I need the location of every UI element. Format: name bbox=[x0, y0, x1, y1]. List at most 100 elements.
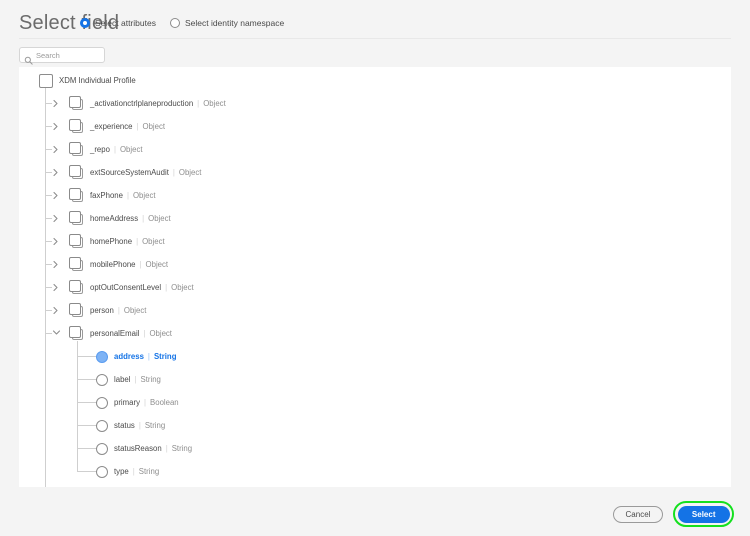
tree-node-type: String bbox=[138, 467, 160, 476]
label-type-separator: | bbox=[132, 467, 135, 476]
leaf-radio[interactable] bbox=[96, 396, 108, 409]
tree-node-optoutconsentlevel[interactable]: optOutConsentLevel | Object bbox=[52, 276, 194, 299]
dialog-header: Select field Select attributes Select id… bbox=[0, 0, 750, 38]
label-type-separator: | bbox=[139, 260, 142, 269]
field-mode-radio-group[interactable]: Select attributes Select identity namesp… bbox=[80, 18, 284, 28]
tree-node-type: String bbox=[171, 444, 193, 453]
tree-node-label: optOutConsentLevel bbox=[90, 283, 162, 292]
tree-node-xdm-individual-profile[interactable]: XDM Individual Profile bbox=[39, 69, 136, 92]
tree-node-label[interactable]: label | String bbox=[96, 368, 161, 391]
tree-node-homephone[interactable]: homePhone | Object bbox=[52, 230, 165, 253]
object-node-icon[interactable] bbox=[69, 142, 84, 157]
label-type-separator: | bbox=[113, 145, 116, 154]
tree-node-faxphone[interactable]: faxPhone | Object bbox=[52, 184, 156, 207]
radio-select-identity-namespace[interactable]: Select identity namespace bbox=[169, 18, 285, 28]
search-icon bbox=[24, 52, 33, 65]
chevron-right-icon[interactable] bbox=[52, 237, 61, 246]
tree-connector-line bbox=[77, 356, 96, 357]
tree-node-homeaddress[interactable]: homeAddress | Object bbox=[52, 207, 171, 230]
chevron-right-icon[interactable] bbox=[52, 306, 61, 315]
field-tree-panel[interactable]: XDM Individual Profile _activationctrlpla… bbox=[19, 67, 731, 487]
tree-node-type: String bbox=[144, 421, 166, 430]
tree-connector-line bbox=[77, 448, 96, 449]
tree-connector-line bbox=[77, 402, 96, 403]
tree-node-type: Object bbox=[145, 260, 169, 269]
radio-select-attributes[interactable]: Select attributes bbox=[80, 18, 156, 28]
label-type-separator: | bbox=[126, 191, 129, 200]
search-field[interactable]: Search bbox=[19, 47, 105, 65]
tree-connector-line bbox=[77, 379, 96, 380]
tree-node-mobilephone[interactable]: mobilePhone | Object bbox=[52, 253, 168, 276]
tree-node-statusreason[interactable]: statusReason | String bbox=[96, 437, 192, 460]
tree-connector-line bbox=[45, 241, 52, 242]
chevron-right-icon[interactable] bbox=[52, 283, 61, 292]
radio-select-identity-namespace-label: Select identity namespace bbox=[184, 18, 285, 28]
label-type-separator: | bbox=[165, 283, 168, 292]
object-node-icon[interactable] bbox=[69, 165, 84, 180]
tree-connector-line bbox=[77, 471, 96, 472]
tree-node-type: Object bbox=[142, 122, 166, 131]
tree-node-type[interactable]: type | String bbox=[96, 460, 159, 483]
chevron-right-icon[interactable] bbox=[52, 122, 61, 131]
tree-node-status[interactable]: status | String bbox=[96, 414, 165, 437]
leaf-radio[interactable] bbox=[96, 373, 108, 386]
tree-connector-line bbox=[77, 425, 96, 426]
field-tree: XDM Individual Profile _activationctrlpla… bbox=[19, 67, 731, 487]
chevron-right-icon[interactable] bbox=[52, 214, 61, 223]
tree-node--activationctrlplaneproduction[interactable]: _activationctrlplaneproduction | Object bbox=[52, 92, 226, 115]
tree-connector-line bbox=[45, 264, 52, 265]
object-node-icon[interactable] bbox=[69, 257, 84, 272]
label-type-separator: | bbox=[142, 214, 145, 223]
tree-node-person[interactable]: person | Object bbox=[52, 299, 146, 322]
leaf-radio[interactable] bbox=[96, 419, 108, 432]
leaf-radio-selected[interactable] bbox=[96, 350, 108, 363]
cancel-button[interactable]: Cancel bbox=[612, 505, 664, 523]
object-node-icon[interactable] bbox=[69, 234, 84, 249]
label-type-separator: | bbox=[134, 375, 137, 384]
tree-connector-line bbox=[45, 195, 52, 196]
tree-node-type: Object bbox=[132, 191, 156, 200]
search-box[interactable]: Search bbox=[19, 47, 105, 65]
checkbox-root[interactable] bbox=[39, 73, 53, 88]
search-placeholder: Search bbox=[36, 51, 60, 60]
chevron-right-icon[interactable] bbox=[52, 191, 61, 200]
select-field-dialog: Select field Select attributes Select id… bbox=[0, 0, 750, 536]
tree-node--repo[interactable]: _repo | Object bbox=[52, 138, 143, 161]
tree-node-address[interactable]: address | String bbox=[96, 345, 176, 368]
object-node-icon[interactable] bbox=[69, 303, 84, 318]
leaf-radio[interactable] bbox=[96, 442, 108, 455]
select-button[interactable]: Select bbox=[677, 505, 730, 523]
tree-node-label: faxPhone bbox=[90, 191, 123, 200]
object-node-icon[interactable] bbox=[69, 188, 84, 203]
object-node-icon[interactable] bbox=[69, 280, 84, 295]
footer-buttons: Cancel Select bbox=[612, 501, 734, 527]
object-node-icon[interactable] bbox=[69, 211, 84, 226]
tree-node-type: Object bbox=[203, 99, 226, 108]
chevron-down-icon[interactable] bbox=[52, 329, 61, 338]
object-node-icon[interactable] bbox=[69, 119, 84, 134]
tree-connector-line bbox=[45, 333, 52, 334]
tree-node-extsourcesystemaudit[interactable]: extSourceSystemAudit | Object bbox=[52, 161, 201, 184]
leaf-radio[interactable] bbox=[96, 465, 108, 478]
label-type-separator: | bbox=[143, 329, 146, 338]
chevron-right-icon[interactable] bbox=[52, 260, 61, 269]
tree-node-label: address bbox=[114, 352, 144, 361]
object-node-icon[interactable] bbox=[69, 326, 84, 341]
object-node-icon[interactable] bbox=[69, 96, 84, 111]
tree-node-type: Boolean bbox=[150, 398, 179, 407]
tree-node-label: _activationctrlplaneproduction bbox=[90, 99, 194, 108]
radio-mark-icon bbox=[169, 18, 180, 28]
tree-node-type: Object bbox=[142, 237, 165, 246]
chevron-right-icon[interactable] bbox=[52, 168, 61, 177]
tree-node-type: Object bbox=[123, 306, 147, 315]
chevron-right-icon[interactable] bbox=[52, 145, 61, 154]
tree-node-primary[interactable]: primary | Boolean bbox=[96, 391, 179, 414]
tree-node-type: Object bbox=[148, 214, 171, 223]
tree-node-label: homePhone bbox=[90, 237, 133, 246]
tree-node-type: Object bbox=[178, 168, 202, 177]
tree-node--experience[interactable]: _experience | Object bbox=[52, 115, 165, 138]
tree-node-personalemail[interactable]: personalEmail | Object bbox=[52, 322, 172, 345]
tree-connector-line bbox=[77, 341, 78, 472]
label-type-separator: | bbox=[147, 352, 150, 361]
chevron-right-icon[interactable] bbox=[52, 99, 61, 108]
